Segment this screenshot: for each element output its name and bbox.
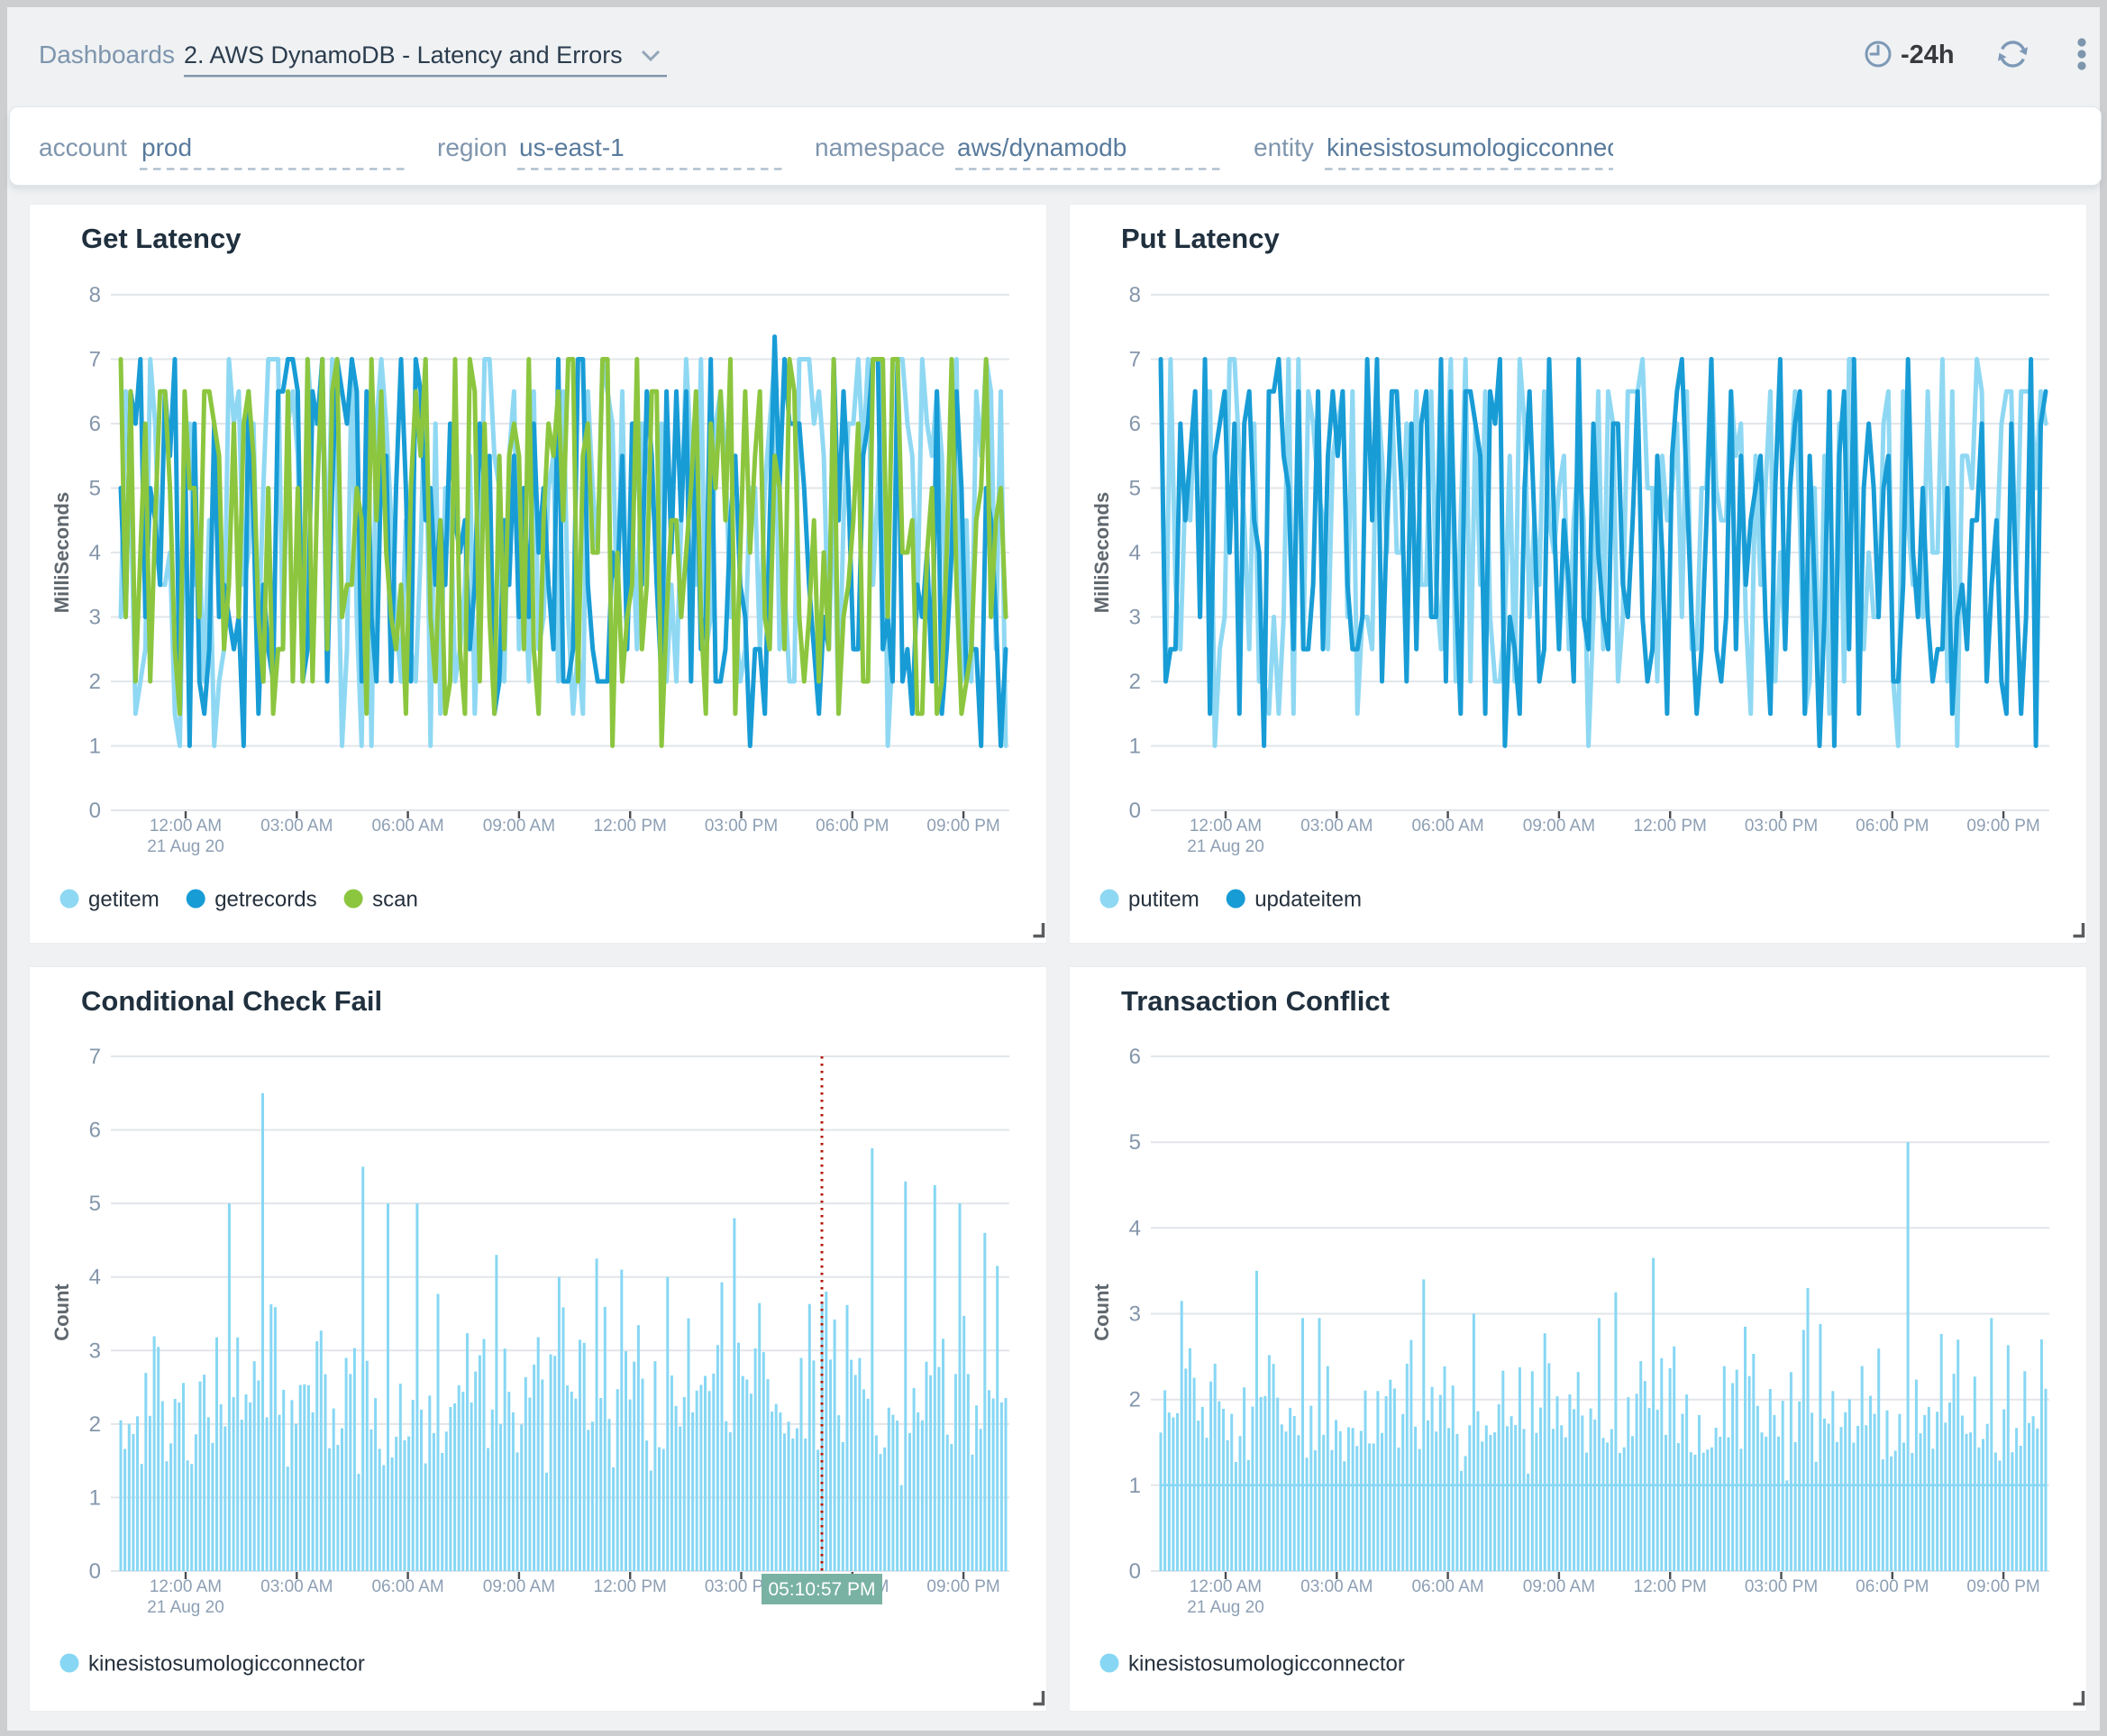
svg-text:03:00 PM: 03:00 PM bbox=[1745, 817, 1818, 836]
svg-text:5: 5 bbox=[1129, 477, 1141, 501]
svg-text:2: 2 bbox=[1129, 1388, 1141, 1412]
svg-text:0: 0 bbox=[1129, 799, 1141, 823]
svg-text:03:00 AM: 03:00 AM bbox=[260, 817, 333, 836]
svg-text:2: 2 bbox=[89, 670, 101, 694]
svg-text:6: 6 bbox=[1129, 412, 1141, 436]
svg-text:06:00 PM: 06:00 PM bbox=[1856, 1577, 1929, 1596]
svg-text:region: region bbox=[437, 133, 507, 161]
svg-text:aws/dynamodb: aws/dynamodb bbox=[957, 133, 1126, 161]
svg-text:09:00 AM: 09:00 AM bbox=[1523, 1577, 1595, 1596]
svg-text:09:00 AM: 09:00 AM bbox=[1523, 817, 1595, 836]
svg-text:12:00 PM: 12:00 PM bbox=[1634, 817, 1707, 836]
svg-text:09:00 AM: 09:00 AM bbox=[483, 1577, 555, 1596]
svg-text:06:00 PM: 06:00 PM bbox=[816, 817, 889, 836]
svg-text:Transaction Conflict: Transaction Conflict bbox=[1121, 985, 1390, 1017]
svg-text:kinesistosumologicconnector: kinesistosumologicconnector bbox=[1128, 1652, 1405, 1677]
svg-text:5: 5 bbox=[89, 477, 101, 501]
svg-text:09:00 PM: 09:00 PM bbox=[1966, 817, 2039, 836]
svg-text:Put Latency: Put Latency bbox=[1121, 223, 1280, 254]
svg-text:Dashboards: Dashboards bbox=[39, 41, 175, 69]
svg-text:8: 8 bbox=[1129, 283, 1141, 307]
svg-text:5: 5 bbox=[1129, 1130, 1141, 1155]
svg-text:12:00 AM: 12:00 AM bbox=[150, 1577, 222, 1596]
svg-text:prod: prod bbox=[141, 133, 192, 161]
svg-text:1: 1 bbox=[89, 1485, 101, 1510]
svg-text:7: 7 bbox=[1129, 348, 1141, 372]
svg-text:21 Aug 20: 21 Aug 20 bbox=[1187, 837, 1264, 856]
svg-text:Count: Count bbox=[1090, 1284, 1113, 1341]
svg-text:kinesistosumologicconnector: kinesistosumologicconnector bbox=[1327, 133, 1649, 161]
svg-text:Count: Count bbox=[50, 1284, 73, 1341]
svg-text:03:00 AM: 03:00 AM bbox=[260, 1577, 333, 1596]
svg-text:12:00 PM: 12:00 PM bbox=[1634, 1577, 1707, 1596]
svg-text:3: 3 bbox=[1129, 606, 1141, 630]
svg-text:09:00 AM: 09:00 AM bbox=[483, 817, 555, 836]
svg-text:03:00 PM: 03:00 PM bbox=[1745, 1577, 1818, 1596]
svg-text:7: 7 bbox=[89, 1045, 101, 1069]
svg-text:12:00 AM: 12:00 AM bbox=[1190, 1577, 1262, 1596]
svg-text:namespace: namespace bbox=[815, 133, 945, 161]
svg-text:2: 2 bbox=[89, 1412, 101, 1437]
svg-text:us-east-1: us-east-1 bbox=[519, 133, 625, 161]
svg-text:2. AWS DynamoDB - Latency and: 2. AWS DynamoDB - Latency and Errors bbox=[184, 41, 623, 69]
svg-text:5: 5 bbox=[89, 1192, 101, 1216]
svg-text:4: 4 bbox=[89, 541, 101, 565]
svg-text:12:00 AM: 12:00 AM bbox=[150, 817, 222, 836]
svg-text:09:00 PM: 09:00 PM bbox=[926, 817, 999, 836]
svg-text:2: 2 bbox=[1129, 670, 1141, 694]
svg-text:0: 0 bbox=[89, 1559, 101, 1584]
svg-text:4: 4 bbox=[1129, 541, 1141, 565]
svg-text:0: 0 bbox=[1129, 1559, 1141, 1584]
svg-text:1: 1 bbox=[1129, 1474, 1141, 1498]
svg-text:-24h: -24h bbox=[1901, 41, 1955, 69]
svg-text:putitem: putitem bbox=[1128, 888, 1199, 912]
svg-text:3: 3 bbox=[89, 606, 101, 630]
svg-text:MilliSeconds: MilliSeconds bbox=[1090, 492, 1113, 613]
svg-text:6: 6 bbox=[89, 412, 101, 436]
svg-text:21 Aug 20: 21 Aug 20 bbox=[147, 837, 224, 856]
svg-text:scan: scan bbox=[372, 888, 418, 912]
svg-text:account: account bbox=[39, 133, 127, 161]
svg-text:09:00 PM: 09:00 PM bbox=[1966, 1577, 2039, 1596]
svg-text:3: 3 bbox=[89, 1339, 101, 1363]
svg-text:06:00 AM: 06:00 AM bbox=[1411, 1577, 1483, 1596]
svg-text:6: 6 bbox=[89, 1119, 101, 1143]
svg-text:4: 4 bbox=[89, 1265, 101, 1290]
svg-text:06:00 PM: 06:00 PM bbox=[1856, 817, 1929, 836]
svg-text:05:10:57 PM: 05:10:57 PM bbox=[768, 1579, 875, 1600]
svg-text:12:00 AM: 12:00 AM bbox=[1190, 817, 1262, 836]
svg-text:06:00 AM: 06:00 AM bbox=[371, 817, 443, 836]
svg-text:06:00 AM: 06:00 AM bbox=[371, 1577, 443, 1596]
svg-text:4: 4 bbox=[1129, 1216, 1141, 1240]
svg-text:7: 7 bbox=[89, 348, 101, 372]
svg-text:21 Aug 20: 21 Aug 20 bbox=[1187, 1598, 1264, 1617]
svg-text:1: 1 bbox=[89, 735, 101, 759]
svg-text:1: 1 bbox=[1129, 735, 1141, 759]
svg-text:entity: entity bbox=[1254, 133, 1314, 161]
svg-text:6: 6 bbox=[1129, 1045, 1141, 1069]
svg-text:Get Latency: Get Latency bbox=[81, 223, 242, 254]
svg-text:kinesistosumologicconnector: kinesistosumologicconnector bbox=[88, 1652, 365, 1677]
svg-text:09:00 PM: 09:00 PM bbox=[926, 1577, 999, 1596]
svg-text:0: 0 bbox=[89, 799, 101, 823]
svg-text:Conditional Check Fail: Conditional Check Fail bbox=[81, 985, 382, 1017]
svg-text:getrecords: getrecords bbox=[214, 888, 316, 912]
svg-text:8: 8 bbox=[89, 283, 101, 307]
svg-text:21 Aug 20: 21 Aug 20 bbox=[147, 1598, 224, 1617]
svg-text:getitem: getitem bbox=[88, 888, 160, 912]
svg-text:12:00 PM: 12:00 PM bbox=[594, 1577, 667, 1596]
svg-text:MilliSeconds: MilliSeconds bbox=[50, 492, 73, 613]
svg-text:03:00 AM: 03:00 AM bbox=[1300, 1577, 1373, 1596]
svg-text:3: 3 bbox=[1129, 1302, 1141, 1327]
svg-text:03:00 AM: 03:00 AM bbox=[1300, 817, 1373, 836]
svg-text:03:00 PM: 03:00 PM bbox=[705, 817, 778, 836]
svg-text:06:00 AM: 06:00 AM bbox=[1411, 817, 1483, 836]
svg-text:12:00 PM: 12:00 PM bbox=[594, 817, 667, 836]
svg-text:updateitem: updateitem bbox=[1254, 888, 1362, 912]
